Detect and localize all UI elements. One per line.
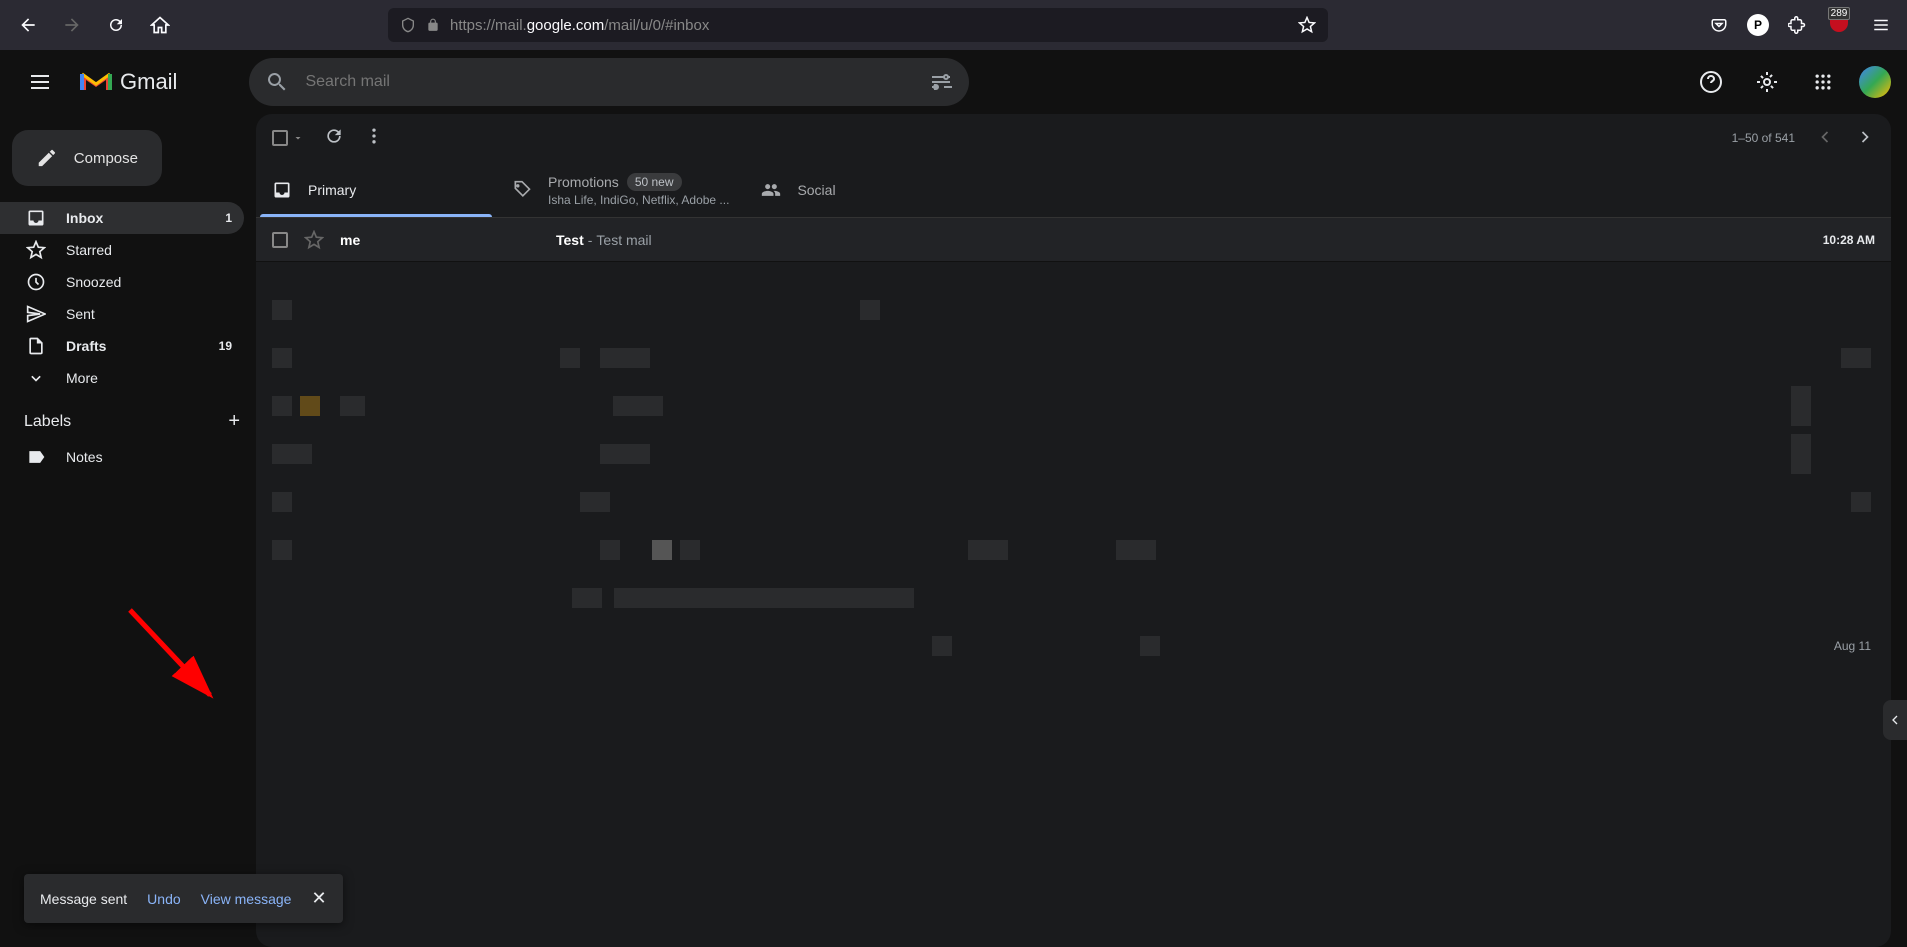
compose-label: Compose xyxy=(74,150,138,167)
search-icon xyxy=(265,70,289,94)
tab-badge: 50 new xyxy=(627,173,682,191)
ublock-extension[interactable]: 289 xyxy=(1825,11,1853,39)
sidebar-item-label: Sent xyxy=(66,306,95,322)
add-label-button[interactable]: + xyxy=(228,410,240,433)
shield-icon xyxy=(400,17,416,33)
side-panel-toggle[interactable] xyxy=(1883,700,1907,740)
refresh-button[interactable] xyxy=(324,126,344,151)
prev-page-button[interactable] xyxy=(1815,127,1835,150)
pencil-icon xyxy=(36,146,58,170)
gmail-logo-icon xyxy=(80,70,112,94)
lock-icon xyxy=(426,18,440,32)
email-snippet: Test mail xyxy=(596,232,651,248)
sidebar-item-snoozed[interactable]: Snoozed xyxy=(0,266,244,298)
sidebar-item-starred[interactable]: Starred xyxy=(0,234,244,266)
sidebar-item-more[interactable]: More xyxy=(0,362,244,394)
search-input[interactable] xyxy=(305,73,913,91)
profile-badge-icon[interactable]: P xyxy=(1747,14,1769,36)
pagination-text: 1–50 of 541 xyxy=(1732,131,1795,145)
sidebar-item-count: 19 xyxy=(219,339,232,353)
labels-header: Labels + xyxy=(0,394,256,441)
next-page-button[interactable] xyxy=(1855,127,1875,150)
sidebar-item-label: Snoozed xyxy=(66,274,121,290)
home-button[interactable] xyxy=(144,9,176,41)
gmail-logo[interactable]: Gmail xyxy=(80,69,177,95)
file-icon xyxy=(26,336,46,356)
sidebar-item-label: Inbox xyxy=(66,210,103,226)
email-checkbox[interactable] xyxy=(272,232,288,248)
chevron-down-icon xyxy=(26,368,46,388)
close-toast-button[interactable]: ✕ xyxy=(311,888,326,909)
undo-button[interactable]: Undo xyxy=(147,891,180,907)
sidebar-item-inbox[interactable]: Inbox 1 xyxy=(0,202,244,234)
url-text: https://mail.google.com/mail/u/0/#inbox xyxy=(450,17,709,34)
select-all-checkbox[interactable] xyxy=(272,130,304,146)
email-subject: Test xyxy=(556,232,584,248)
sidebar-item-sent[interactable]: Sent xyxy=(0,298,244,330)
forward-button[interactable] xyxy=(56,9,88,41)
email-subject-area: Test - Test mail xyxy=(556,232,1807,248)
gmail-header: Gmail xyxy=(0,50,1907,114)
inbox-icon xyxy=(272,180,292,200)
back-button[interactable] xyxy=(12,9,44,41)
browser-toolbar: https://mail.google.com/mail/u/0/#inbox … xyxy=(0,0,1907,50)
sidebar-item-drafts[interactable]: Drafts 19 xyxy=(0,330,244,362)
sidebar-item-count: 1 xyxy=(225,211,232,225)
search-bar[interactable] xyxy=(249,58,969,106)
sidebar-item-label: Notes xyxy=(66,449,103,465)
people-icon xyxy=(761,180,781,200)
tab-label: Primary xyxy=(308,182,356,198)
main-menu-button[interactable] xyxy=(16,58,64,106)
sidebar-label-notes[interactable]: Notes xyxy=(0,441,244,473)
sidebar-item-label: Starred xyxy=(66,242,112,258)
tab-label: Promotions xyxy=(548,174,619,190)
more-actions-button[interactable] xyxy=(364,126,384,151)
bookmark-star-icon[interactable] xyxy=(1298,16,1316,34)
app-name: Gmail xyxy=(120,69,177,95)
star-icon xyxy=(26,240,46,260)
browser-menu-button[interactable] xyxy=(1867,11,1895,39)
reload-button[interactable] xyxy=(100,9,132,41)
label-icon xyxy=(26,447,46,467)
url-bar[interactable]: https://mail.google.com/mail/u/0/#inbox xyxy=(388,8,1328,42)
account-avatar[interactable] xyxy=(1859,66,1891,98)
email-sender: me xyxy=(340,232,540,248)
support-button[interactable] xyxy=(1691,62,1731,102)
compose-button[interactable]: Compose xyxy=(12,130,162,186)
pocket-icon[interactable] xyxy=(1705,11,1733,39)
tab-label: Social xyxy=(797,182,835,198)
view-message-button[interactable]: View message xyxy=(201,891,292,907)
inbox-icon xyxy=(26,208,46,228)
tab-promotions[interactable]: Promotions 50 new Isha Life, IndiGo, Net… xyxy=(496,162,745,217)
settings-button[interactable] xyxy=(1747,62,1787,102)
tab-primary[interactable]: Primary xyxy=(256,162,496,217)
send-icon xyxy=(26,304,46,324)
tag-icon xyxy=(512,180,532,200)
star-icon[interactable] xyxy=(304,230,324,250)
extensions-icon[interactable] xyxy=(1783,11,1811,39)
message-sent-toast: Message sent Undo View message ✕ xyxy=(24,874,343,923)
tab-subtitle: Isha Life, IndiGo, Netflix, Adobe ... xyxy=(548,193,729,207)
search-options-icon[interactable] xyxy=(929,70,953,94)
sidebar-item-label: More xyxy=(66,370,98,386)
chevron-down-icon xyxy=(292,132,304,144)
email-time: 10:28 AM xyxy=(1823,233,1875,247)
apps-button[interactable] xyxy=(1803,62,1843,102)
sidebar: Compose Inbox 1 Starred Snoozed Sent Dra… xyxy=(0,114,256,947)
tab-social[interactable]: Social xyxy=(745,162,985,217)
sidebar-item-label: Drafts xyxy=(66,338,106,354)
mail-toolbar: 1–50 of 541 xyxy=(256,114,1891,162)
content-area: 1–50 of 541 Primary Promotions xyxy=(256,114,1907,947)
clock-icon xyxy=(26,272,46,292)
email-row[interactable]: me Test - Test mail 10:28 AM xyxy=(256,218,1891,262)
category-tabs: Primary Promotions 50 new Isha Life, Ind… xyxy=(256,162,1891,218)
toast-message: Message sent xyxy=(40,891,127,907)
obscured-emails: Aug 11 xyxy=(256,262,1891,694)
